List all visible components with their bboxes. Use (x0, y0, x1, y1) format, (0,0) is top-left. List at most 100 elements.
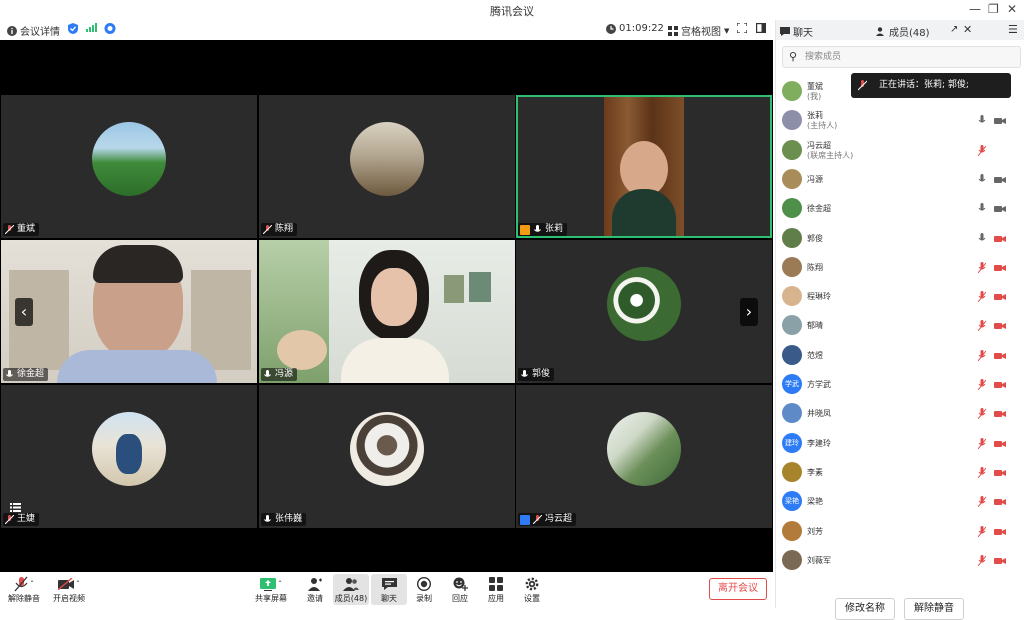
chevron-up-icon[interactable]: ˆ (30, 580, 34, 589)
member-row[interactable]: 李素 (776, 458, 1024, 487)
camera-off-icon[interactable] (994, 498, 1006, 506)
share-screen-button[interactable]: ˆ 共享屏幕 (253, 575, 289, 604)
record-button[interactable]: 录制 (406, 575, 442, 604)
close-icon[interactable]: ✕ (963, 23, 972, 36)
member-row[interactable]: 范煜 (776, 341, 1024, 370)
camera-off-icon[interactable] (994, 410, 1006, 418)
camera-off-icon[interactable] (994, 440, 1006, 448)
fullscreen-icon[interactable] (737, 23, 747, 33)
participant-nametag: 徐金超 (3, 368, 49, 381)
mic-muted-icon[interactable] (978, 525, 986, 537)
restore-icon[interactable]: ❐ (988, 2, 999, 16)
member-row[interactable]: 学武 方学武 (776, 370, 1024, 399)
video-tile[interactable]: › 郭俊 (516, 240, 772, 383)
member-row[interactable]: 徐金超 (776, 194, 1024, 223)
tab-members[interactable]: 成员(48) (876, 24, 930, 39)
mic-icon[interactable] (978, 203, 986, 214)
unmute-button[interactable]: ˆ 解除静音 (6, 575, 42, 604)
member-row[interactable]: 程琳玲 (776, 282, 1024, 311)
participant-nametag: 冯源 (261, 368, 298, 381)
mic-icon[interactable] (978, 115, 986, 126)
previous-page-button[interactable]: ‹ (15, 298, 33, 326)
mic-muted-icon[interactable] (978, 261, 986, 273)
mic-muted-icon[interactable] (978, 496, 986, 508)
react-button[interactable]: 回应 (442, 575, 478, 604)
mic-muted-icon[interactable] (978, 144, 986, 156)
member-row[interactable]: 刘芳 (776, 517, 1024, 546)
mic-muted-icon[interactable] (978, 466, 986, 478)
apps-button[interactable]: 应用 (478, 575, 514, 604)
camera-off-icon[interactable] (994, 264, 1006, 272)
camera-off-icon[interactable] (994, 293, 1006, 301)
member-row[interactable]: 陈翔 (776, 253, 1024, 282)
mic-muted-icon[interactable] (978, 554, 986, 566)
mic-muted-icon[interactable] (978, 408, 986, 420)
chevron-up-icon[interactable]: ˆ (278, 580, 282, 589)
camera-off-icon[interactable] (994, 381, 1006, 389)
avatar (782, 256, 802, 277)
camera-icon[interactable] (994, 176, 1006, 184)
minimize-icon[interactable]: — (969, 2, 981, 16)
member-row[interactable]: 刘薇军 (776, 546, 1024, 575)
member-row[interactable]: 张莉 (主持人) (776, 106, 1024, 135)
popout-icon[interactable]: ↗ (950, 24, 958, 35)
leave-meeting-button[interactable]: 离开会议 (709, 578, 767, 600)
member-search-input[interactable]: ⚲ 搜索成员 (782, 46, 1021, 68)
chat-button[interactable]: 聊天 (371, 574, 407, 605)
video-tile[interactable]: 冯云超 (516, 385, 772, 528)
camera-off-icon[interactable] (994, 235, 1006, 243)
mic-icon[interactable] (978, 173, 986, 185)
camera-icon[interactable] (994, 205, 1006, 213)
member-row[interactable]: 井晓凤 (776, 399, 1024, 428)
video-tile[interactable]: 王婕 (1, 385, 257, 528)
video-tile[interactable]: 冯源 (259, 240, 515, 383)
meeting-info-button[interactable]: 会议详情 (7, 23, 60, 38)
camera-off-icon[interactable] (994, 557, 1006, 565)
members-button[interactable]: 成员(48) (333, 574, 369, 605)
avatar-text: 建玲 (785, 438, 799, 447)
menu-icon[interactable]: ☰ (1008, 23, 1018, 36)
mic-muted-icon[interactable] (978, 437, 986, 449)
member-name-block: 刘薇军 (807, 556, 831, 566)
mic-icon (534, 225, 541, 232)
member-row[interactable]: 冯源 (776, 165, 1024, 194)
invite-button[interactable]: 邀请 (297, 575, 333, 604)
list-icon[interactable] (10, 502, 21, 512)
member-row[interactable]: 梁艳 梁艳 (776, 487, 1024, 516)
mic-muted-icon[interactable] (978, 320, 986, 332)
sidebar-toggle-icon[interactable] (756, 23, 766, 33)
mic-muted-icon[interactable] (978, 291, 986, 303)
video-tile[interactable]: 董斌 (1, 95, 257, 238)
settings-button[interactable]: 设置 (514, 575, 550, 604)
start-video-button[interactable]: ˆ 开启视频 (51, 575, 87, 604)
camera-off-icon[interactable] (994, 469, 1006, 477)
camera-off-icon[interactable] (994, 528, 1006, 536)
rename-button[interactable]: 修改名称 (835, 598, 895, 620)
view-mode-button[interactable]: 宫格视图 ▼ (668, 23, 729, 38)
member-name: 梁艳 (807, 497, 823, 507)
unmute-all-button[interactable]: 解除静音 (904, 598, 964, 620)
video-tile[interactable]: ‹ 徐金超 (1, 240, 257, 383)
member-row[interactable]: 郭俊 (776, 224, 1024, 253)
video-tile-active-speaker[interactable]: 张莉 (516, 95, 772, 238)
mic-muted-icon[interactable] (978, 349, 986, 361)
next-page-button[interactable]: › (740, 298, 758, 326)
mic-icon[interactable] (978, 232, 986, 244)
camera-off-icon[interactable] (994, 322, 1006, 330)
member-row[interactable]: 郁晴 (776, 311, 1024, 340)
avatar (782, 403, 802, 424)
tab-chat[interactable]: 聊天 (780, 24, 813, 39)
speaking-indicator-toast: 正在讲话：张莉; 郭俊; (851, 73, 1011, 98)
signal-icon[interactable] (86, 23, 97, 32)
security-icon[interactable] (68, 23, 78, 34)
chevron-up-icon[interactable]: ˆ (76, 580, 80, 589)
camera-icon[interactable] (994, 117, 1006, 125)
member-row[interactable]: 冯云超 (联席主持人) (776, 136, 1024, 165)
mic-muted-icon[interactable] (978, 379, 986, 390)
video-tile[interactable]: 陈翔 (259, 95, 515, 238)
video-tile[interactable]: 张伟巍 (259, 385, 515, 528)
camera-off-icon[interactable] (994, 352, 1006, 360)
member-row[interactable]: 建玲 李建玲 (776, 429, 1024, 458)
close-icon[interactable]: ✕ (1007, 2, 1017, 16)
member-name-block: 徐金超 (807, 204, 831, 214)
